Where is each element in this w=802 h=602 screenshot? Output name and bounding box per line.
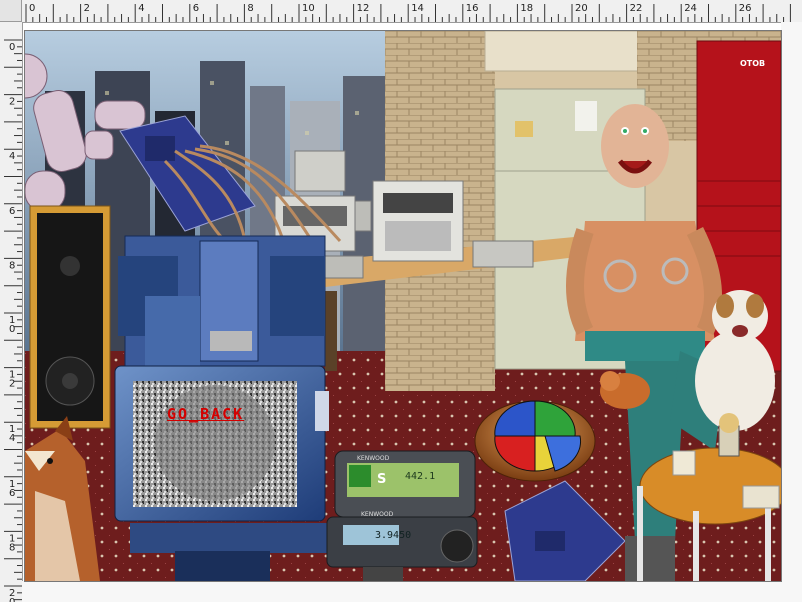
poster-text: OTOB [740, 59, 766, 68]
vertical-ruler: 02468101214161820 [0, 22, 23, 602]
vertical-ruler-ticks: 02468101214161820 [4, 39, 22, 602]
ruler-label: 20 [575, 3, 588, 14]
television [114, 365, 330, 581]
ruler-label: 12 [357, 3, 370, 14]
ruler-label: 18 [520, 3, 533, 14]
canvas-margin-right [781, 22, 802, 602]
ruler-label: 0 [29, 3, 35, 14]
ruler-label: 6 [193, 3, 199, 14]
radio-display-secondary: 3.9450 [375, 530, 412, 541]
radio-display-indicator: S [377, 472, 387, 487]
ruler-label: 14 [411, 3, 424, 14]
radio-brand-bottom: KENWOOD [361, 511, 394, 518]
ham-radio [326, 450, 478, 581]
ruler-label: 0 [9, 42, 15, 53]
ruler-label: 0 [9, 597, 15, 602]
ruler-label: 4 [138, 3, 144, 14]
horizontal-ruler-ticks: 0 2 4 6 8 10 12 14 16 18 20 22 24 26 [25, 3, 791, 22]
ruler-label: 8 [9, 260, 15, 271]
ruler-label: 2 [9, 97, 15, 108]
ruler-label: 2 [84, 3, 90, 14]
ruler-label: 8 [247, 3, 253, 14]
simon-bowl [474, 400, 596, 482]
ruler-label: 8 [9, 542, 15, 553]
ruler-label: 22 [630, 3, 643, 14]
canvas-margin-bottom [22, 581, 802, 602]
ruler-label: 24 [684, 3, 697, 14]
ruler-label: 4 [9, 151, 15, 162]
ruler-corner[interactable] [0, 0, 22, 22]
ruler-label: 26 [739, 3, 752, 14]
ruler-label: 6 [9, 488, 15, 499]
collage-canvas[interactable]: GO_BACK S 442.1 3.9450 KENWOOD KENWOOD O… [24, 30, 782, 582]
ruler-label: 0 [9, 324, 15, 335]
blue-computer [118, 235, 326, 367]
ruler-label: 4 [9, 433, 15, 444]
collage-artwork [25, 31, 781, 581]
ruler-label: 10 [302, 3, 315, 14]
radio-brand-top: KENWOOD [357, 455, 390, 462]
floor-speaker [29, 205, 111, 429]
ruler-label: 6 [9, 206, 15, 217]
ruler-label: 2 [9, 379, 15, 390]
radio-display-main: 442.1 [405, 471, 436, 482]
tv-screen-text: GO_BACK [167, 405, 245, 423]
horizontal-ruler: 0 2 4 6 8 10 12 14 16 18 20 22 24 26 [0, 0, 802, 23]
ruler-label: 16 [466, 3, 479, 14]
